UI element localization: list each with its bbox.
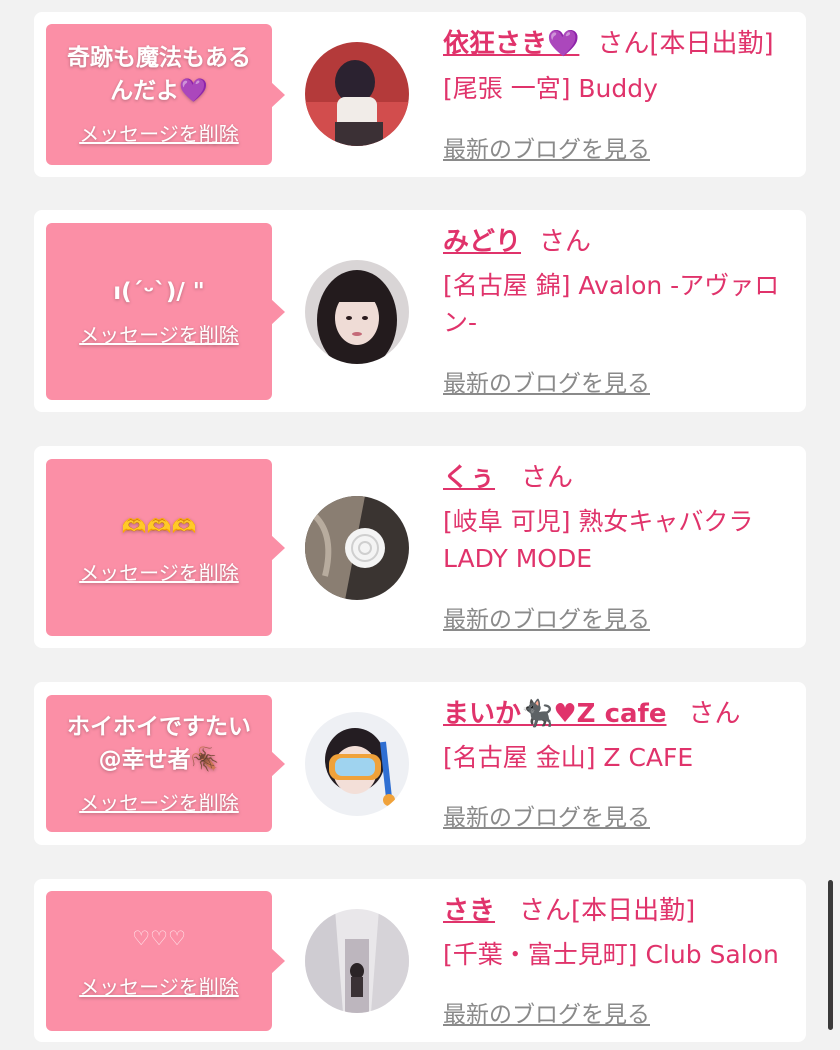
favorite-card: ı(ˊᵕˋ)/ " メッセージを削除 みどり さん [名古屋 錦] Avalon … (34, 210, 806, 412)
message-bubble: ı(ˊᵕˋ)/ " メッセージを削除 (46, 223, 285, 400)
shop-name: [岐阜 可児] 熟女キャバクラ LADY MODE (443, 507, 754, 573)
status-badge: [本日出勤] (571, 896, 696, 926)
message-text: ホイホイですたい @幸せ者🪳 (67, 714, 251, 773)
profile-info: まいか🐈‍⬛♥Z cafe さん [名古屋 金山] Z CAFE (443, 696, 795, 776)
favorite-card: ホイホイですたい @幸せ者🪳 メッセージを削除 まいか🐈‍⬛♥Z cafe さん … (34, 682, 806, 845)
name-link[interactable]: くぅ (443, 463, 495, 493)
favorite-card: 奇跡も魔法もある んだよ💜 メッセージを削除 依狂さき💜 さん[本日出勤] [尾張… (34, 12, 806, 177)
delete-message-link[interactable]: メッセージを削除 (79, 557, 239, 586)
message-bubble: ♡♡♡ メッセージを削除 (46, 891, 285, 1031)
profile-photo-icon (305, 712, 409, 816)
favorite-card: 🫶🫶🫶 メッセージを削除 くぅ さん [岐阜 可児] 熟女キャバクラ LADY M… (34, 446, 806, 648)
name-link[interactable]: みどり (443, 227, 521, 257)
profile-info: さき さん[本日出勤] [千葉・富士見町] Club Salon (443, 893, 795, 973)
profile-photo-icon (305, 260, 409, 364)
name-link[interactable]: まいか🐈‍⬛♥Z cafe (443, 699, 667, 729)
profile-photo-icon (305, 42, 409, 146)
favorite-card: ♡♡♡ メッセージを削除 さき さん[本日出勤] [千葉・富士見町] Club S… (34, 879, 806, 1042)
scrollbar[interactable] (828, 880, 833, 1030)
message-text: ♡♡♡ (132, 926, 186, 950)
honorific: さん (519, 896, 572, 926)
message-bubble: 🫶🫶🫶 メッセージを削除 (46, 459, 285, 636)
name-link[interactable]: さき (443, 896, 495, 926)
latest-blog-link[interactable]: 最新のブログを見る (443, 130, 650, 164)
profile-photo-icon (305, 909, 409, 1013)
profile-info: 依狂さき💜 さん[本日出勤] [尾張 一宮] Buddy (443, 26, 795, 107)
honorific: さん (539, 227, 592, 257)
avatar[interactable] (305, 42, 409, 146)
message-text: 🫶🫶🫶 (121, 513, 197, 538)
latest-blog-link[interactable]: 最新のブログを見る (443, 995, 650, 1029)
shop-name: [名古屋 錦] Avalon -アヴァロン- (443, 271, 780, 337)
latest-blog-link[interactable]: 最新のブログを見る (443, 364, 650, 398)
message-text: ı(ˊᵕˋ)/ " (113, 278, 205, 305)
latest-blog-link[interactable]: 最新のブログを見る (443, 798, 650, 832)
message-text: 奇跡も魔法もある んだよ💜 (67, 45, 251, 104)
avatar[interactable] (305, 712, 409, 816)
message-bubble: 奇跡も魔法もある んだよ💜 メッセージを削除 (46, 24, 285, 165)
delete-message-link[interactable]: メッセージを削除 (79, 971, 239, 1000)
message-bubble: ホイホイですたい @幸せ者🪳 メッセージを削除 (46, 695, 285, 832)
shop-name: [名古屋 金山] Z CAFE (443, 743, 694, 772)
delete-message-link[interactable]: メッセージを削除 (79, 118, 239, 147)
honorific: さん (521, 463, 574, 493)
honorific: さん (688, 699, 741, 729)
avatar[interactable] (305, 909, 409, 1013)
honorific: さん (597, 29, 650, 59)
profile-info: みどり さん [名古屋 錦] Avalon -アヴァロン- (443, 224, 795, 341)
name-link[interactable]: 依狂さき💜 (443, 29, 579, 59)
avatar[interactable] (305, 496, 409, 600)
avatar[interactable] (305, 260, 409, 364)
delete-message-link[interactable]: メッセージを削除 (79, 787, 239, 816)
latest-blog-link[interactable]: 最新のブログを見る (443, 600, 650, 634)
profile-info: くぅ さん [岐阜 可児] 熟女キャバクラ LADY MODE (443, 460, 795, 577)
delete-message-link[interactable]: メッセージを削除 (79, 319, 239, 348)
shop-name: [千葉・富士見町] Club Salon (443, 940, 779, 969)
status-badge: [本日出勤] (649, 29, 774, 59)
shop-name: [尾張 一宮] Buddy (443, 74, 658, 103)
favorites-list: 奇跡も魔法もある んだよ💜 メッセージを削除 依狂さき💜 さん[本日出勤] [尾張… (0, 0, 840, 1050)
profile-photo-icon (305, 496, 409, 600)
